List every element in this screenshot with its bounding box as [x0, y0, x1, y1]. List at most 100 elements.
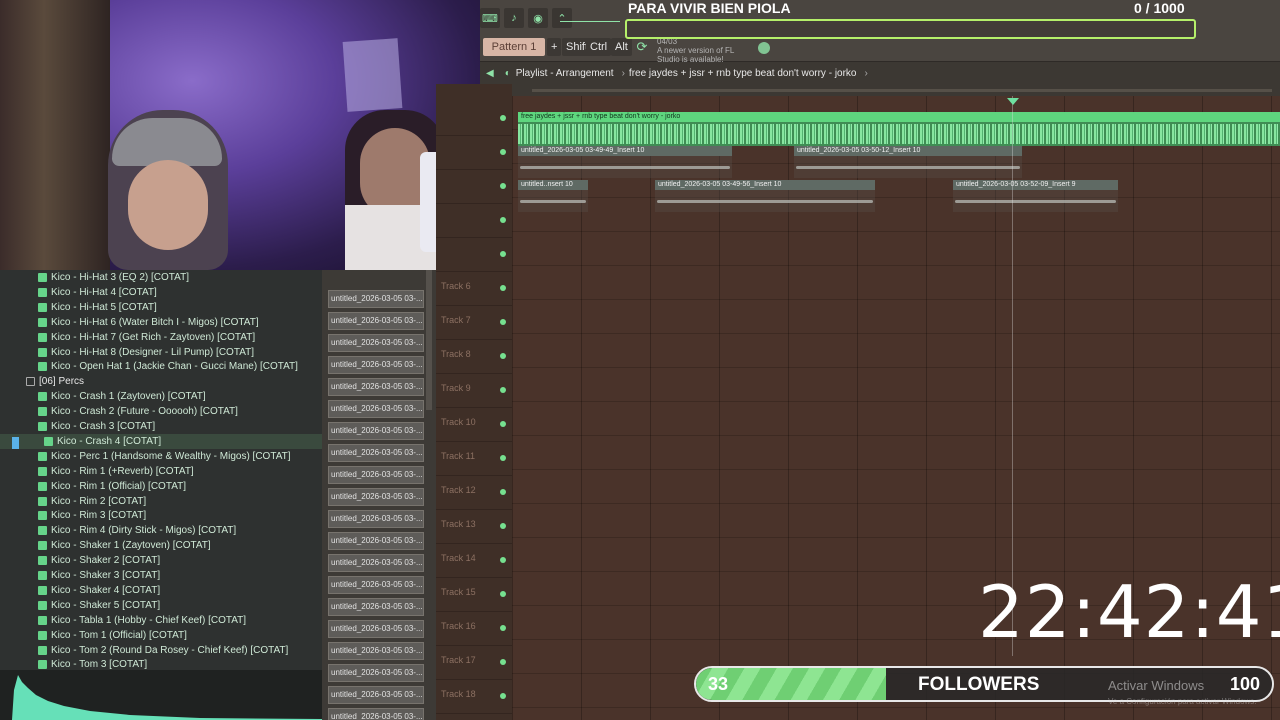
- browser-file[interactable]: Kico - Rim 3 [COTAT]: [0, 508, 322, 523]
- track-header[interactable]: Track 11: [436, 442, 512, 476]
- track-mute-led[interactable]: [500, 625, 506, 631]
- channel-clip-item[interactable]: untitled_2026-03-05 03-...: [328, 378, 424, 396]
- track-mute-led[interactable]: [500, 591, 506, 597]
- track-header[interactable]: Track 10: [436, 408, 512, 442]
- channel-clip-item[interactable]: untitled_2026-03-05 03-...: [328, 686, 424, 704]
- audio-clip[interactable]: untitled_2026-03-05 03-50-12_Insert 10: [794, 146, 1022, 178]
- track-header[interactable]: Track 18: [436, 680, 512, 714]
- channel-clip-item[interactable]: untitled_2026-03-05 03-...: [328, 664, 424, 682]
- browser-file[interactable]: Kico - Rim 1 (+Reverb) [COTAT]: [0, 464, 322, 479]
- track-mute-led[interactable]: [500, 659, 506, 665]
- channel-clip-item[interactable]: untitled_2026-03-05 03-...: [328, 444, 424, 462]
- browser-file[interactable]: Kico - Rim 2 [COTAT]: [0, 494, 322, 509]
- pattern-selector[interactable]: Pattern 1: [483, 38, 545, 56]
- channel-clip-item[interactable]: untitled_2026-03-05 03-...: [328, 554, 424, 572]
- track-header[interactable]: Track 6: [436, 272, 512, 306]
- browser-file[interactable]: Kico - Shaker 3 [COTAT]: [0, 568, 322, 583]
- channel-clip-item[interactable]: untitled_2026-03-05 03-...: [328, 598, 424, 616]
- track-header[interactable]: Track 14: [436, 544, 512, 578]
- track-mute-led[interactable]: [500, 319, 506, 325]
- update-icon[interactable]: ⟳: [632, 38, 652, 56]
- track-mute-led[interactable]: [500, 421, 506, 427]
- track-mute-led[interactable]: [500, 489, 506, 495]
- browser-file[interactable]: Kico - Tom 2 (Round Da Rosey - Chief Kee…: [0, 643, 322, 658]
- track-header[interactable]: Track 13: [436, 510, 512, 544]
- audio-clip[interactable]: untitled_2026-03-05 03-49-56_Insert 10: [655, 180, 875, 212]
- browser-file[interactable]: Kico - Shaker 4 [COTAT]: [0, 583, 322, 598]
- add-pattern-button[interactable]: +: [547, 38, 562, 56]
- browser-file[interactable]: Kico - Rim 4 (Dirty Stick - Migos) [COTA…: [0, 523, 322, 538]
- browser-file[interactable]: Kico - Hi-Hat 4 [COTAT]: [0, 285, 322, 300]
- track-mute-led[interactable]: [500, 353, 506, 359]
- channel-clip-item[interactable]: untitled_2026-03-05 03-...: [328, 356, 424, 374]
- browser-file[interactable]: Kico - Hi-Hat 5 [COTAT]: [0, 300, 322, 315]
- track-header[interactable]: Track 8: [436, 340, 512, 374]
- browser-file[interactable]: Kico - Crash 1 (Zaytoven) [COTAT]: [0, 389, 322, 404]
- globe-icon[interactable]: [758, 42, 770, 54]
- browser-file[interactable]: Kico - Perc 1 (Handsome & Wealthy - Migo…: [0, 449, 322, 464]
- track-header[interactable]: Track 7: [436, 306, 512, 340]
- playhead-marker[interactable]: [1007, 98, 1019, 105]
- playlist-menu-icon[interactable]: ◀: [486, 68, 494, 79]
- browser-file[interactable]: Kico - Open Hat 1 (Jackie Chan - Gucci M…: [0, 359, 322, 374]
- channel-clip-item[interactable]: untitled_2026-03-05 03-...: [328, 400, 424, 418]
- track-header[interactable]: Track 9: [436, 374, 512, 408]
- track-mute-led[interactable]: [500, 455, 506, 461]
- track-header[interactable]: [436, 204, 512, 238]
- ruler-scroll-track[interactable]: [532, 89, 1272, 92]
- channel-clip-item[interactable]: untitled_2026-03-05 03-...: [328, 510, 424, 528]
- track-header[interactable]: [436, 136, 512, 170]
- browser-file[interactable]: Kico - Shaker 5 [COTAT]: [0, 598, 322, 613]
- track-header[interactable]: [436, 102, 512, 136]
- browser-file[interactable]: Kico - Shaker 2 [COTAT]: [0, 553, 322, 568]
- channel-clip-item[interactable]: untitled_2026-03-05 03-...: [328, 488, 424, 506]
- browser-file[interactable]: Kico - Tom 3 [COTAT]: [0, 657, 322, 670]
- clip-list-scrollbar[interactable]: [426, 270, 432, 410]
- channel-clip-item[interactable]: untitled_2026-03-05 03-...: [328, 334, 424, 352]
- track-mute-led[interactable]: [500, 693, 506, 699]
- browser-file[interactable]: Kico - Hi-Hat 3 (EQ 2) [COTAT]: [0, 270, 322, 285]
- audio-clip[interactable]: untitled..nsert 10: [518, 180, 588, 212]
- ctrl-button[interactable]: Ctrl: [586, 38, 612, 56]
- audio-clip[interactable]: untitled_2026-03-05 03-52-09_Insert 9: [953, 180, 1118, 212]
- browser-file[interactable]: Kico - Rim 1 (Official) [COTAT]: [0, 479, 322, 494]
- browser-file[interactable]: Kico - Hi-Hat 6 (Water Bitch I - Migos) …: [0, 315, 322, 330]
- browser-file[interactable]: Kico - Crash 4 [COTAT]: [0, 433, 322, 449]
- step-edit-icon[interactable]: ♪: [504, 8, 524, 28]
- track-header[interactable]: [436, 238, 512, 272]
- channel-clip-item[interactable]: untitled_2026-03-05 03-...: [328, 312, 424, 330]
- channel-clip-item[interactable]: untitled_2026-03-05 03-...: [328, 708, 424, 720]
- track-header[interactable]: Track 16: [436, 612, 512, 646]
- track-mute-led[interactable]: [500, 183, 506, 189]
- speaker-icon[interactable]: ◐: [505, 68, 511, 79]
- channel-clip-item[interactable]: untitled_2026-03-05 03-...: [328, 422, 424, 440]
- browser-file[interactable]: Kico - Hi-Hat 8 (Designer - Lil Pump) [C…: [0, 345, 322, 360]
- browser-file[interactable]: Kico - Tabla 1 (Hobby - Chief Keef) [COT…: [0, 613, 322, 628]
- browser-folder[interactable]: [06] Percs: [0, 374, 322, 389]
- browser-file[interactable]: Kico - Tom 1 (Official) [COTAT]: [0, 628, 322, 643]
- track-header[interactable]: Track 17: [436, 646, 512, 680]
- wait-input-icon[interactable]: ◉: [528, 8, 548, 28]
- track-header[interactable]: Track 12: [436, 476, 512, 510]
- track-mute-led[interactable]: [500, 285, 506, 291]
- browser-file[interactable]: Kico - Crash 3 [COTAT]: [0, 419, 322, 434]
- browser-file[interactable]: Kico - Hi-Hat 7 (Get Rich - Zaytoven) [C…: [0, 330, 322, 345]
- channel-clip-item[interactable]: untitled_2026-03-05 03-...: [328, 576, 424, 594]
- track-mute-led[interactable]: [500, 523, 506, 529]
- track-header[interactable]: [436, 170, 512, 204]
- track-mute-led[interactable]: [500, 387, 506, 393]
- track-mute-led[interactable]: [500, 251, 506, 257]
- channel-clip-item[interactable]: untitled_2026-03-05 03-...: [328, 532, 424, 550]
- track-mute-led[interactable]: [500, 217, 506, 223]
- browser-file[interactable]: Kico - Crash 2 (Future - Oooooh) [COTAT]: [0, 404, 322, 419]
- track-mute-led[interactable]: [500, 557, 506, 563]
- alt-button[interactable]: Alt: [611, 38, 632, 56]
- audio-clip-main[interactable]: free jaydes + jssr + rnb type beat don't…: [518, 112, 1280, 146]
- browser-file[interactable]: Kico - Shaker 1 (Zaytoven) [COTAT]: [0, 538, 322, 553]
- track-mute-led[interactable]: [500, 149, 506, 155]
- channel-clip-item[interactable]: untitled_2026-03-05 03-...: [328, 620, 424, 638]
- track-mute-led[interactable]: [500, 115, 506, 121]
- track-header[interactable]: Track 15: [436, 578, 512, 612]
- typing-keyboard-icon[interactable]: ⌨: [480, 8, 500, 28]
- channel-clip-item[interactable]: untitled_2026-03-05 03-...: [328, 290, 424, 308]
